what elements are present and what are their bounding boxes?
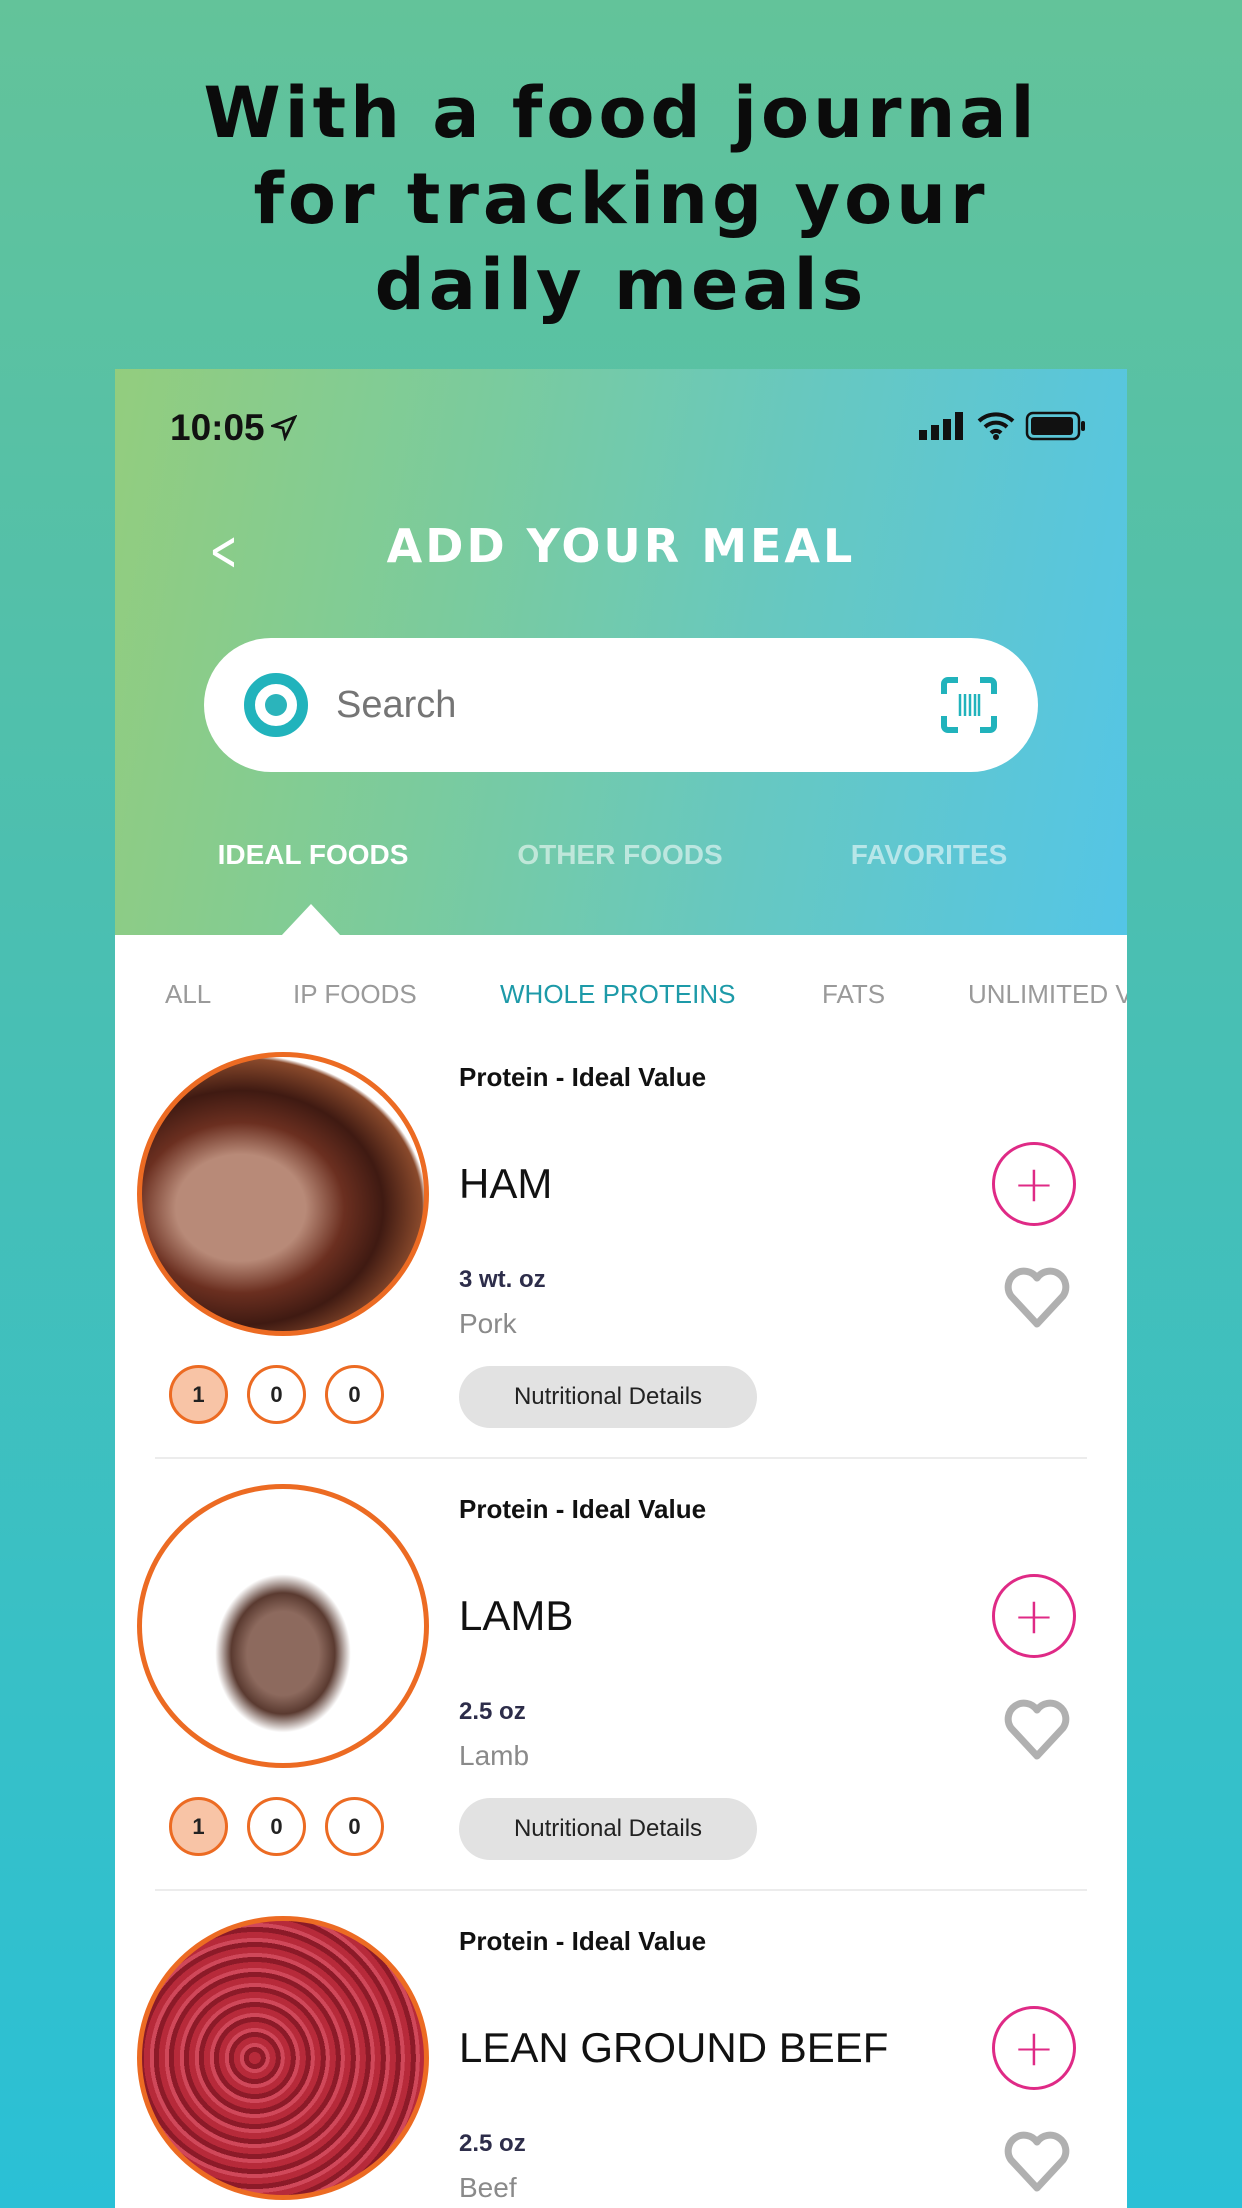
food-weight: 3 wt. oz <box>459 1266 546 1293</box>
portion-badges: 1 0 0 <box>169 1365 384 1424</box>
search-input[interactable] <box>336 683 940 727</box>
badge: 0 <box>325 1365 384 1424</box>
add-food-button[interactable]: + <box>992 2006 1076 2090</box>
signal-icon <box>919 412 963 440</box>
tab-other-foods[interactable]: OTHER FOODS <box>517 839 722 871</box>
food-category: Protein - Ideal Value <box>459 1494 707 1524</box>
food-kind: Beef <box>459 2172 517 2203</box>
favorite-heart-icon[interactable] <box>1003 2130 1071 2194</box>
food-name: LEAN GROUND BEEF <box>459 2024 889 2071</box>
divider <box>155 1889 1087 1891</box>
food-category: Protein - Ideal Value <box>459 1062 707 1092</box>
search-logo-icon <box>244 673 308 737</box>
subtab-ip-foods[interactable]: IP FOODS <box>293 979 417 1010</box>
tab-favorites[interactable]: FAVORITES <box>851 839 1008 871</box>
nutritional-details-button[interactable]: Nutritional Details <box>459 1366 757 1428</box>
badge: 1 <box>169 1797 228 1856</box>
subtab-all[interactable]: ALL <box>165 979 211 1010</box>
status-time: 10:05 <box>170 407 297 449</box>
subtab-fats[interactable]: FATS <box>822 979 885 1010</box>
plus-icon: + <box>1013 1587 1055 1645</box>
divider <box>155 1457 1087 1459</box>
plus-icon: + <box>1013 2019 1055 2077</box>
favorite-heart-icon[interactable] <box>1003 1698 1071 1762</box>
headline: With a food journal for tracking your da… <box>0 70 1242 328</box>
headline-line: With a food journal <box>203 72 1039 154</box>
location-arrow-icon <box>270 415 297 441</box>
portion-badges: 1 0 0 <box>169 1797 384 1856</box>
subtab-unlimited[interactable]: UNLIMITED V <box>968 979 1127 1010</box>
tab-ideal-foods[interactable]: IDEAL FOODS <box>218 839 409 871</box>
time-text: 10:05 <box>170 407 265 448</box>
food-category: Protein - Ideal Value <box>459 1926 707 1956</box>
badge: 1 <box>169 1365 228 1424</box>
nutritional-details-button[interactable]: Nutritional Details <box>459 1798 757 1860</box>
plus-icon: + <box>1013 1155 1055 1213</box>
header: 10:05 < ADD YOUR MEAL IDEAL FOODS OTHER … <box>115 369 1127 936</box>
favorite-heart-icon[interactable] <box>1003 1266 1071 1330</box>
status-icons <box>919 411 1087 441</box>
category-subtabs: ALL IP FOODS WHOLE PROTEINS FATS UNLIMIT… <box>115 979 1127 1019</box>
main-tabs: IDEAL FOODS OTHER FOODS FAVORITES <box>115 839 1127 889</box>
battery-icon <box>1025 411 1085 441</box>
food-name: LAMB <box>459 1592 574 1639</box>
food-item-lamb: 1 0 0 Protein - Ideal Value LAMB 2.5 oz … <box>115 1484 1127 1916</box>
add-food-button[interactable]: + <box>992 1142 1076 1226</box>
food-weight: 2.5 oz <box>459 2130 526 2157</box>
page-title: ADD YOUR MEAL <box>386 519 856 573</box>
active-tab-indicator <box>281 904 341 936</box>
food-photo <box>137 1052 429 1336</box>
food-kind: Pork <box>459 1308 517 1339</box>
badge: 0 <box>247 1797 306 1856</box>
barcode-scan-icon[interactable] <box>940 676 998 734</box>
headline-line: daily meals <box>374 244 868 326</box>
food-weight: 2.5 oz <box>459 1698 526 1725</box>
food-photo <box>137 1916 429 2200</box>
food-name: HAM <box>459 1160 553 1207</box>
badge: 0 <box>247 1365 306 1424</box>
search-bar[interactable] <box>204 638 1038 772</box>
subtab-whole-proteins[interactable]: WHOLE PROTEINS <box>500 979 735 1010</box>
phone-screen: 10:05 < ADD YOUR MEAL IDEAL FOODS OTHER … <box>115 369 1127 2208</box>
badge: 0 <box>325 1797 384 1856</box>
food-photo <box>137 1484 429 1768</box>
headline-line: for tracking your <box>253 158 989 240</box>
wifi-icon <box>977 412 1015 440</box>
add-food-button[interactable]: + <box>992 1574 1076 1658</box>
food-item-lean-ground-beef: Protein - Ideal Value LEAN GROUND BEEF 2… <box>115 1916 1127 2208</box>
food-item-ham: 1 0 0 Protein - Ideal Value HAM 3 wt. oz… <box>115 1052 1127 1484</box>
food-kind: Lamb <box>459 1740 530 1771</box>
